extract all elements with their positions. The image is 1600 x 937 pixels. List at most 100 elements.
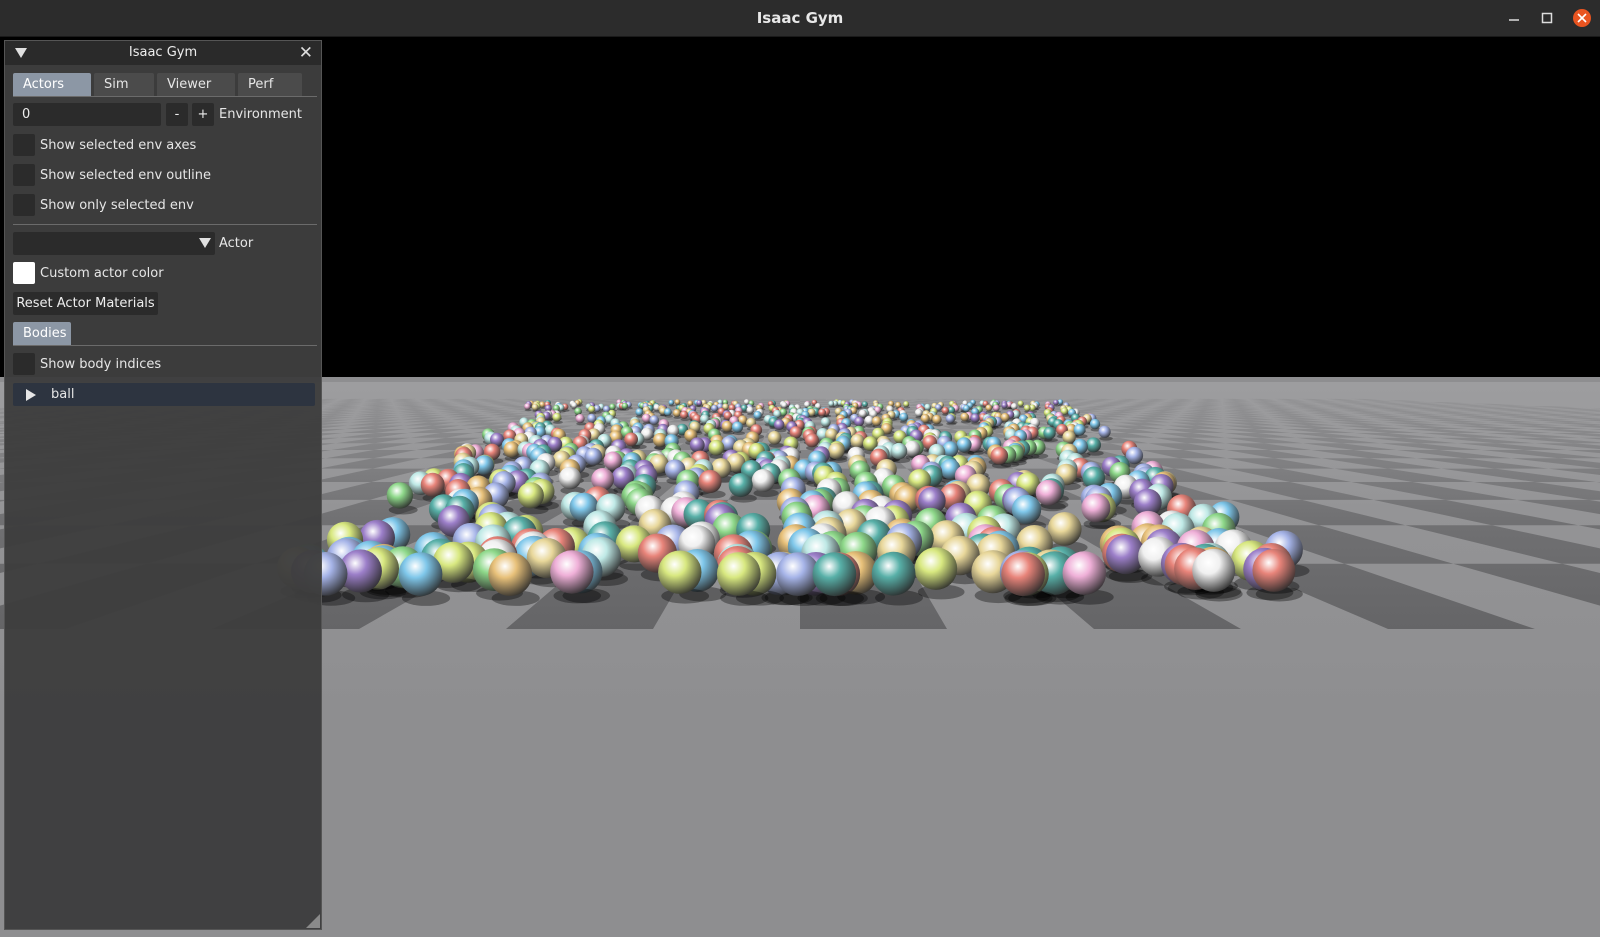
tab-bodies[interactable]: Bodies: [13, 322, 71, 345]
reset-actor-materials-button[interactable]: Reset Actor Materials: [13, 292, 158, 315]
close-icon: [1577, 13, 1587, 23]
ball: [386, 482, 414, 509]
ball: [1062, 551, 1107, 595]
ball: [828, 442, 845, 460]
ball: [945, 414, 955, 424]
maximize-icon: [1541, 12, 1553, 24]
ball: [672, 409, 681, 418]
ball: [558, 466, 582, 490]
environment-increment-button[interactable]: +: [192, 103, 214, 126]
ball: [1081, 493, 1111, 523]
ball: [635, 408, 644, 416]
bodies-tab-underline: [13, 345, 317, 346]
show-only-selected-env-label: Show only selected env: [40, 198, 194, 213]
window-title: Isaac Gym: [756, 9, 844, 27]
ball: [753, 411, 762, 420]
ball: [871, 416, 882, 427]
ball: [624, 432, 638, 447]
show-env-outline-checkbox[interactable]: [13, 164, 35, 186]
minimize-button[interactable]: [1505, 9, 1523, 27]
environment-label: Environment: [219, 107, 303, 122]
ball: [1192, 548, 1236, 592]
ball: [1035, 479, 1062, 506]
tab-perf[interactable]: Perf: [238, 73, 302, 96]
ball: [728, 473, 753, 498]
ball: [805, 433, 819, 448]
ball: [708, 439, 725, 456]
show-body-indices-checkbox[interactable]: [13, 353, 35, 375]
panel-close-icon[interactable]: ✕: [299, 43, 313, 63]
tab-viewer[interactable]: Viewer: [157, 73, 235, 96]
ball: [990, 447, 1009, 465]
custom-actor-color-swatch[interactable]: [13, 262, 35, 284]
ball: [992, 404, 1000, 412]
show-env-outline-label: Show selected env outline: [40, 168, 212, 183]
ball: [531, 403, 539, 411]
ball: [1047, 512, 1082, 546]
ball: [890, 442, 908, 460]
ball: [584, 447, 603, 466]
tab-actors[interactable]: Actors: [13, 73, 91, 96]
environment-index-input[interactable]: 0: [13, 103, 161, 126]
ball: [550, 550, 594, 594]
ball: [1001, 552, 1045, 597]
ball: [858, 409, 867, 418]
section-divider: [13, 224, 317, 225]
ball: [773, 419, 785, 431]
ball: [689, 437, 705, 453]
ball: [552, 412, 562, 422]
actor-label: Actor: [219, 236, 254, 251]
ball: [731, 421, 744, 433]
ball: [850, 434, 865, 449]
ball: [924, 403, 931, 411]
ball: [674, 399, 681, 405]
ball: [1017, 400, 1024, 407]
ball: [524, 403, 531, 410]
actor-select[interactable]: [13, 232, 215, 255]
panel-header[interactable]: Isaac Gym ✕: [5, 41, 321, 65]
tree-item-ball[interactable]: ball: [13, 383, 315, 406]
show-body-indices-label: Show body indices: [40, 357, 162, 372]
ball: [932, 414, 942, 425]
ball: [621, 402, 629, 410]
ball: [1086, 437, 1101, 453]
ball: [721, 420, 733, 432]
ball: [1098, 425, 1111, 438]
tab-sim[interactable]: Sim: [94, 73, 154, 96]
ball: [668, 399, 675, 406]
ball: [398, 552, 443, 596]
ball: [914, 408, 923, 417]
ball: [956, 437, 972, 453]
maximize-button[interactable]: [1538, 9, 1556, 27]
ball: [1073, 423, 1086, 436]
show-env-axes-label: Show selected env axes: [40, 138, 197, 153]
ball: [1053, 399, 1059, 406]
ball: [679, 410, 689, 419]
ball: [818, 408, 826, 417]
ball: [820, 417, 831, 428]
ball: [1023, 404, 1031, 412]
ball: [711, 404, 718, 412]
ball: [861, 401, 868, 408]
isaac-gym-panel[interactable]: Isaac Gym ✕ Actors Sim Viewer Perf 0 - +…: [4, 40, 322, 930]
ball: [1252, 548, 1296, 592]
ball: [899, 412, 909, 422]
ball: [716, 552, 761, 596]
ball: [1010, 403, 1018, 410]
resize-grip-icon[interactable]: [306, 914, 320, 928]
ball: [664, 408, 672, 416]
expand-arrow-icon[interactable]: [26, 389, 36, 401]
ball: [985, 404, 993, 412]
show-only-selected-env-checkbox[interactable]: [13, 194, 35, 216]
minimize-icon: [1509, 19, 1519, 21]
ball: [698, 469, 722, 494]
ball: [575, 414, 585, 424]
panel-title: Isaac Gym: [128, 45, 198, 60]
ball: [781, 402, 788, 409]
show-env-axes-checkbox[interactable]: [13, 134, 35, 156]
environment-decrement-button[interactable]: -: [166, 103, 188, 126]
custom-actor-color-label: Custom actor color: [40, 266, 164, 281]
chevron-down-icon[interactable]: [199, 238, 211, 248]
close-window-button[interactable]: [1573, 9, 1591, 27]
ball: [746, 406, 754, 414]
